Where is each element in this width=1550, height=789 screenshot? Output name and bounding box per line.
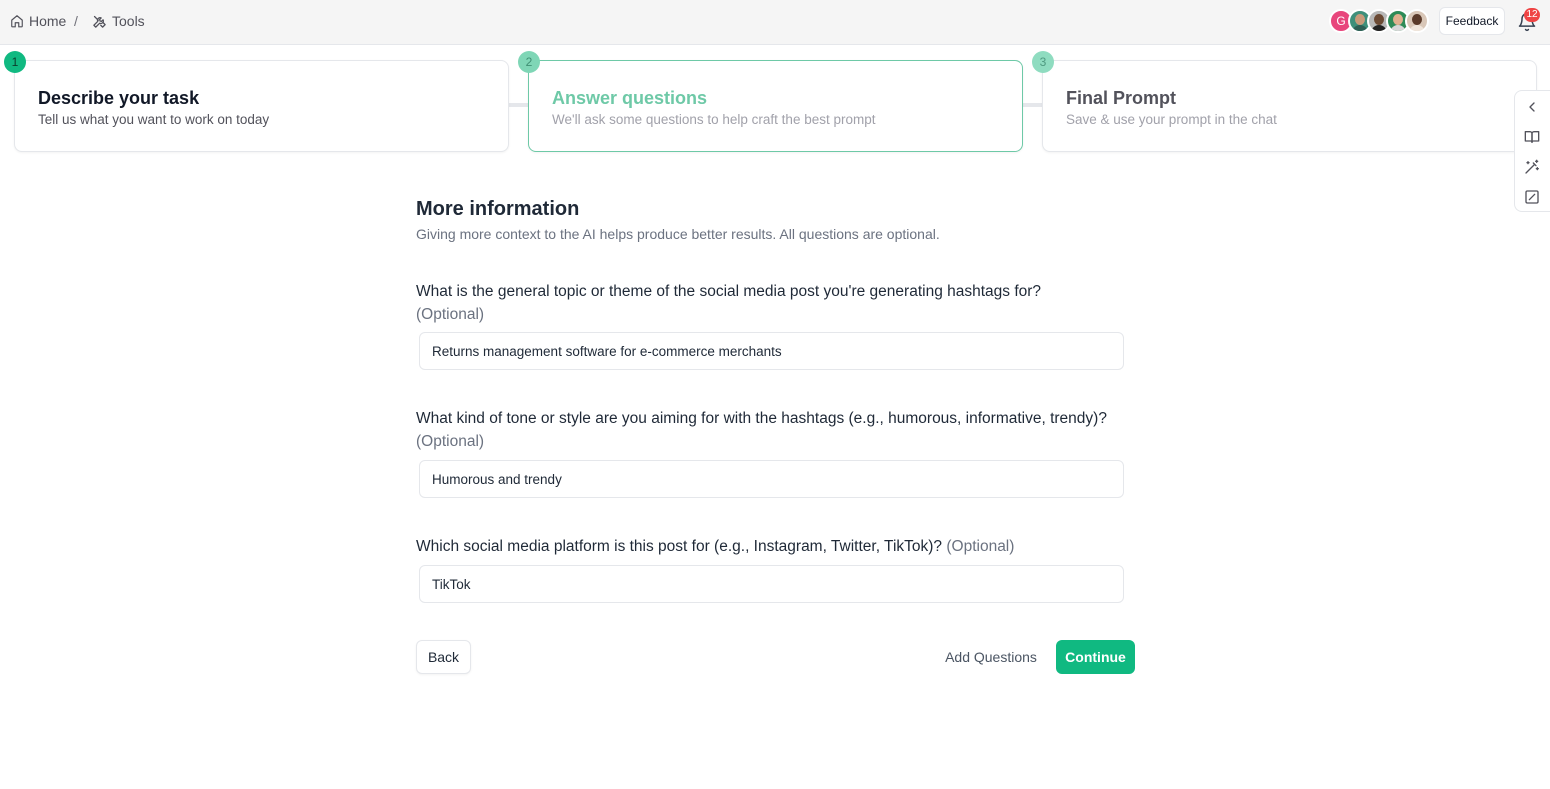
step-title: Final Prompt xyxy=(1066,88,1177,108)
tone-input[interactable] xyxy=(419,460,1124,498)
step-number-badge: 2 xyxy=(518,51,540,73)
top-bar: Home / Tools G Feedback 12 xyxy=(0,0,1550,45)
breadcrumb-tools-label: Tools xyxy=(112,13,145,29)
breadcrumb-home[interactable]: Home xyxy=(10,13,66,29)
feedback-button[interactable]: Feedback xyxy=(1439,7,1505,35)
topic-input[interactable] xyxy=(419,332,1124,370)
chevron-left-icon[interactable] xyxy=(1524,99,1540,115)
optional-tag: (Optional) xyxy=(946,538,1015,555)
book-icon[interactable] xyxy=(1524,129,1540,145)
breadcrumb-home-label: Home xyxy=(29,13,67,29)
breadcrumb-tools[interactable]: Tools xyxy=(92,13,145,29)
step-number-badge: 3 xyxy=(1032,51,1054,73)
question-label: Which social media platform is this post… xyxy=(416,535,1136,558)
question-text: What kind of tone or style are you aimin… xyxy=(416,410,1107,427)
edit-square-icon[interactable] xyxy=(1524,189,1540,205)
page-title: More information xyxy=(416,198,580,220)
question-text: Which social media platform is this post… xyxy=(416,538,943,555)
step-answer-questions[interactable]: Answer questions We'll ask some question… xyxy=(528,60,1023,152)
step-title: Answer questions xyxy=(552,88,708,108)
continue-button[interactable]: Continue xyxy=(1056,640,1135,674)
step-describe-task[interactable]: Describe your task Tell us what you want… xyxy=(14,60,509,152)
step-subtitle: We'll ask some questions to help craft t… xyxy=(552,112,876,127)
collaborator-avatars[interactable]: G xyxy=(1329,9,1429,35)
step-subtitle: Save & use your prompt in the chat xyxy=(1066,112,1277,127)
magic-wand-icon[interactable] xyxy=(1524,159,1540,175)
notification-badge: 12 xyxy=(1524,8,1540,22)
breadcrumb-separator: / xyxy=(74,13,78,29)
step-connector xyxy=(1023,103,1043,107)
step-number-badge: 1 xyxy=(4,51,26,73)
question-label: What is the general topic or theme of th… xyxy=(416,280,1136,326)
step-connector xyxy=(509,103,529,107)
side-toolbar xyxy=(1514,90,1550,212)
tools-icon xyxy=(93,15,106,28)
page-subtitle: Giving more context to the AI helps prod… xyxy=(416,226,940,242)
home-icon xyxy=(11,15,23,28)
question-text: What is the general topic or theme of th… xyxy=(416,283,1042,300)
step-subtitle: Tell us what you want to work on today xyxy=(38,112,270,127)
avatar[interactable] xyxy=(1405,9,1429,33)
platform-input[interactable] xyxy=(419,565,1124,603)
back-button[interactable]: Back xyxy=(416,640,471,674)
optional-tag: (Optional) xyxy=(416,433,485,450)
step-title: Describe your task xyxy=(38,88,200,108)
question-label: What kind of tone or style are you aimin… xyxy=(416,407,1136,453)
optional-tag: (Optional) xyxy=(416,306,485,323)
step-final-prompt[interactable]: Final Prompt Save & use your prompt in t… xyxy=(1042,60,1537,152)
avatar-initial: G xyxy=(1336,14,1346,28)
add-questions-button[interactable]: Add Questions xyxy=(936,640,1046,674)
